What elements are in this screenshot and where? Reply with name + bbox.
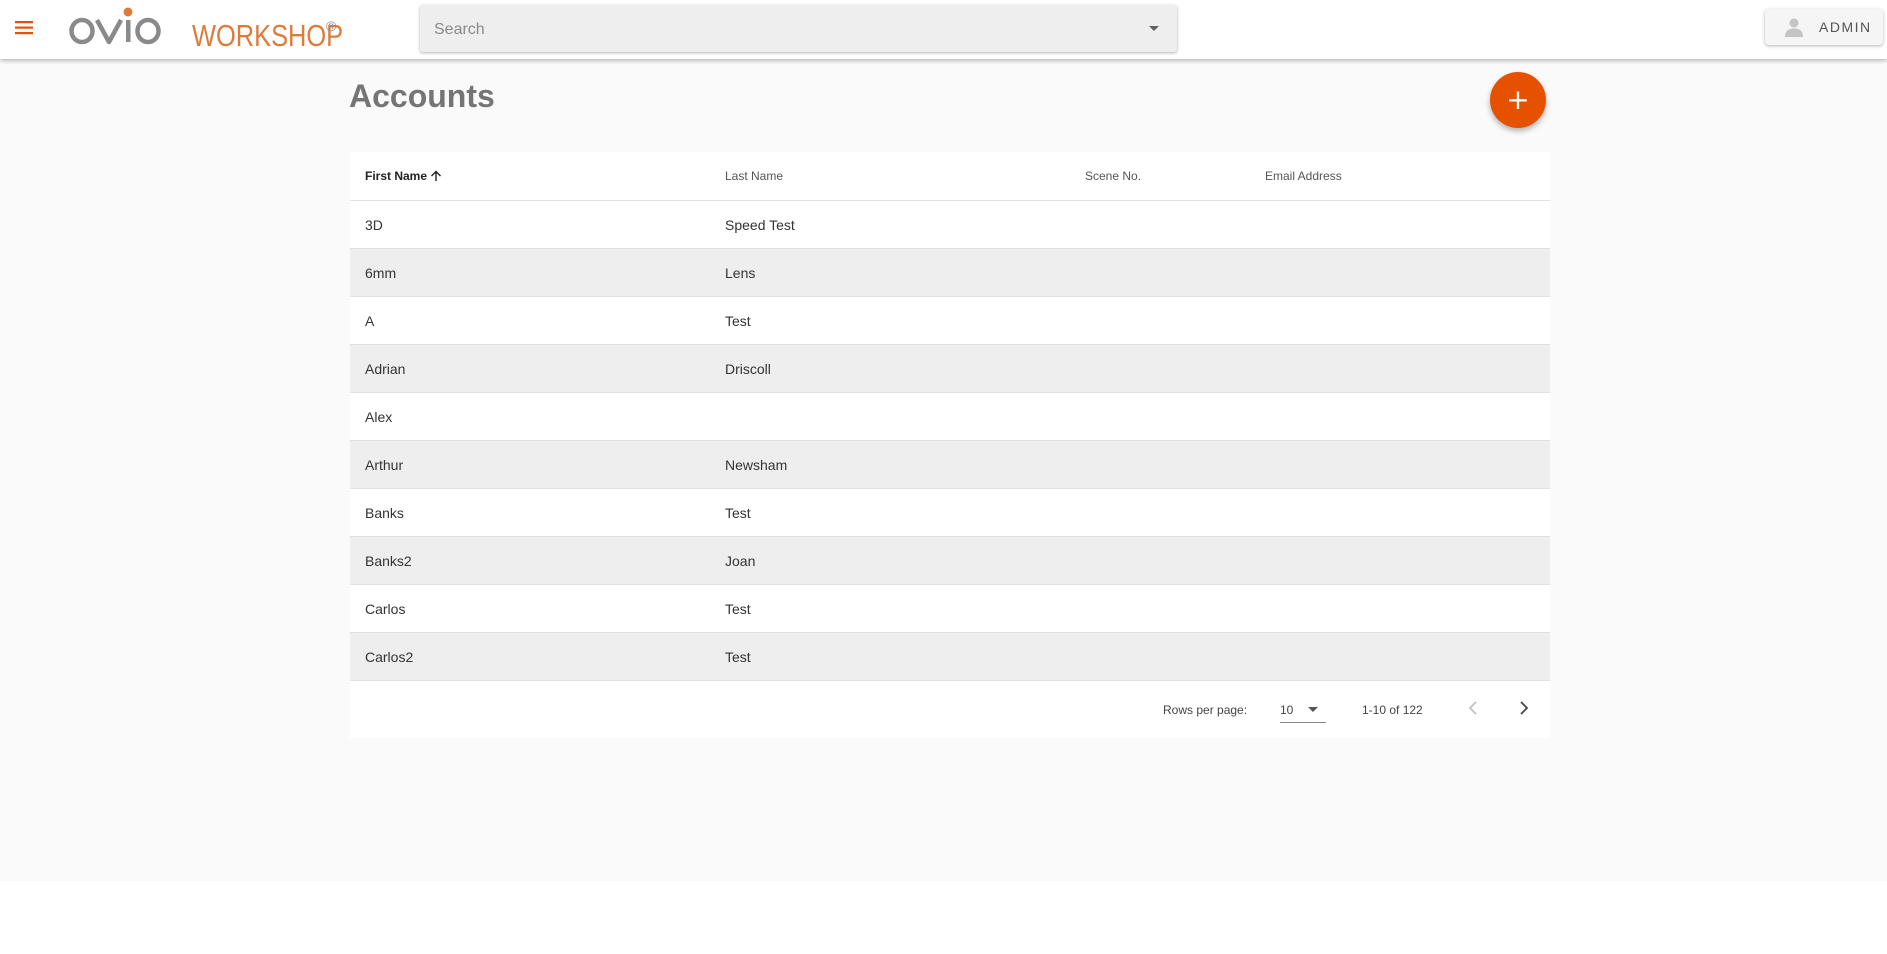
- user-menu-button[interactable]: ADMIN: [1765, 9, 1883, 45]
- search-input[interactable]: [432, 5, 1116, 54]
- user-label: ADMIN: [1819, 19, 1872, 35]
- arrow-up-icon[interactable]: [429, 169, 443, 183]
- cell-email: [1250, 440, 1550, 489]
- table-header-row: First Name Last Name Scene No. Email Add…: [350, 152, 1550, 201]
- cell-email: [1250, 200, 1550, 249]
- registered-mark: ®: [326, 18, 337, 34]
- cell-first-name: 3D: [350, 200, 710, 249]
- column-header-last-name[interactable]: Last Name: [710, 152, 1070, 201]
- cell-last-name: Test: [710, 488, 1070, 537]
- cell-first-name: Arthur: [350, 440, 710, 489]
- cell-scene-no: [1070, 248, 1250, 297]
- brand-logo[interactable]: WORKSHOP ®: [68, 4, 348, 54]
- table-row[interactable]: A Test: [350, 296, 1550, 345]
- top-app-bar: WORKSHOP ® ADMIN: [0, 0, 1887, 59]
- table-row[interactable]: Banks2 Joan: [350, 536, 1550, 585]
- column-header-label: First Name: [365, 168, 428, 183]
- ovio-logo-mark: [69, 7, 161, 45]
- cell-last-name: Test: [710, 584, 1070, 633]
- cell-email: [1250, 584, 1550, 633]
- table-row[interactable]: Carlos Test: [350, 584, 1550, 633]
- column-header-label: Email Address: [1265, 169, 1342, 183]
- cell-last-name: Joan: [710, 536, 1070, 585]
- cell-first-name: Banks2: [350, 536, 710, 585]
- cell-scene-no: [1070, 536, 1250, 585]
- table-row[interactable]: 3D Speed Test: [350, 200, 1550, 249]
- cell-last-name: Test: [710, 632, 1070, 681]
- chevron-right-icon: [1520, 701, 1529, 715]
- brand-wordmark: WORKSHOP: [192, 18, 344, 53]
- menu-button[interactable]: [10, 14, 42, 42]
- cell-scene-no: [1070, 200, 1250, 249]
- column-header-label: Scene No.: [1085, 169, 1142, 183]
- cell-email: [1250, 392, 1550, 441]
- table-row[interactable]: Adrian Driscoll: [350, 344, 1550, 393]
- table-row[interactable]: Carlos2 Test: [350, 632, 1550, 681]
- cell-first-name: 6mm: [350, 248, 710, 297]
- cell-email: [1250, 296, 1550, 345]
- cell-email: [1250, 536, 1550, 585]
- accounts-table: First Name Last Name Scene No. Email Add…: [350, 152, 1550, 681]
- column-header-label: Last Name: [725, 169, 784, 183]
- accounts-table-card: First Name Last Name Scene No. Email Add…: [350, 152, 1550, 738]
- search-bar[interactable]: [420, 5, 1177, 54]
- table-row[interactable]: Banks Test: [350, 488, 1550, 537]
- cell-first-name: Carlos2: [350, 632, 710, 681]
- cell-first-name: Banks: [350, 488, 710, 537]
- rows-per-page-value: 10: [1280, 703, 1294, 717]
- cell-first-name: Alex: [350, 392, 710, 441]
- cell-last-name: Speed Test: [710, 200, 1070, 249]
- table-pagination: Rows per page: 10 1-10 of 122: [350, 680, 1550, 738]
- pagination-range: 1-10 of 122: [1362, 703, 1423, 717]
- chevron-left-icon: [1468, 701, 1477, 715]
- cell-scene-no: [1070, 296, 1250, 345]
- cell-email: [1250, 488, 1550, 537]
- next-page-button[interactable]: [1509, 693, 1539, 723]
- caret-down-icon: [1308, 707, 1318, 712]
- cell-last-name: [710, 392, 1070, 441]
- cell-last-name: Lens: [710, 248, 1070, 297]
- cell-last-name: Test: [710, 296, 1070, 345]
- cell-scene-no: [1070, 584, 1250, 633]
- add-account-button[interactable]: +: [1490, 72, 1546, 128]
- cell-scene-no: [1070, 344, 1250, 393]
- cell-first-name: A: [350, 296, 710, 345]
- cell-first-name: Carlos: [350, 584, 710, 633]
- column-header-first-name[interactable]: First Name: [350, 152, 710, 201]
- column-header-scene-no[interactable]: Scene No.: [1070, 152, 1250, 201]
- table-row[interactable]: Alex: [350, 392, 1550, 441]
- table-row[interactable]: Arthur Newsham: [350, 440, 1550, 489]
- previous-page-button[interactable]: [1458, 693, 1488, 723]
- table-row[interactable]: 6mm Lens: [350, 248, 1550, 297]
- column-header-email[interactable]: Email Address: [1250, 152, 1550, 201]
- menu-icon: [15, 21, 33, 35]
- cell-email: [1250, 344, 1550, 393]
- person-icon: [1785, 18, 1803, 37]
- cell-scene-no: [1070, 488, 1250, 537]
- cell-email: [1250, 248, 1550, 297]
- caret-down-icon[interactable]: [1149, 26, 1159, 31]
- rows-per-page-label: Rows per page:: [1163, 703, 1248, 717]
- cell-scene-no: [1070, 440, 1250, 489]
- cell-first-name: Adrian: [350, 344, 710, 393]
- cell-last-name: Driscoll: [710, 344, 1070, 393]
- cell-last-name: Newsham: [710, 440, 1070, 489]
- cell-scene-no: [1070, 392, 1250, 441]
- cell-email: [1250, 632, 1550, 681]
- page-title: Accounts: [349, 78, 495, 114]
- cell-scene-no: [1070, 632, 1250, 681]
- rows-per-page-select[interactable]: 10: [1280, 694, 1326, 723]
